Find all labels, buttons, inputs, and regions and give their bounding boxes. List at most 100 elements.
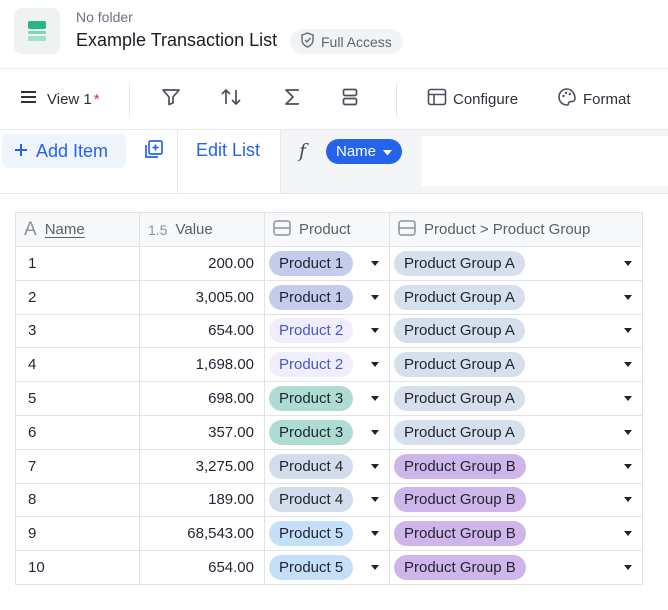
column-header-label: Value <box>175 221 213 238</box>
product-pill: Product 5 <box>269 555 354 581</box>
duplicate-item-button[interactable] <box>142 138 166 164</box>
page-header: No folder Example Transaction List Full … <box>0 0 668 68</box>
cell-product-group[interactable]: Product Group A <box>389 313 643 349</box>
table-row[interactable]: 7 3,275.00 Product 4 Product Group B <box>15 448 643 484</box>
column-header-product[interactable]: Product <box>264 212 390 247</box>
cell-value[interactable]: 189.00 <box>139 482 265 518</box>
product-pill: Product 5 <box>269 521 354 547</box>
caret-down-icon[interactable] <box>371 463 379 469</box>
table-row[interactable]: 1 200.00 Product 1 Product Group A <box>15 246 643 281</box>
cell-value[interactable]: 698.00 <box>139 381 265 416</box>
cell-value[interactable]: 654.00 <box>139 313 265 349</box>
cell-product-group[interactable]: Product Group B <box>389 550 643 585</box>
cell-product[interactable]: Product 5 <box>264 516 390 552</box>
configure-button[interactable]: Configure <box>427 69 518 129</box>
caret-down-icon[interactable] <box>624 565 632 571</box>
name-value: 6 <box>28 423 37 441</box>
caret-down-icon[interactable] <box>371 294 379 300</box>
cell-product[interactable]: Product 2 <box>264 347 390 383</box>
cell-value[interactable]: 1,698.00 <box>139 347 265 383</box>
caret-down-icon[interactable] <box>624 429 632 435</box>
cell-product[interactable]: Product 4 <box>264 448 390 484</box>
cell-product-group[interactable]: Product Group A <box>389 246 643 281</box>
cell-value[interactable]: 357.00 <box>139 414 265 450</box>
cell-product-group[interactable]: Product Group B <box>389 448 643 484</box>
view-selector[interactable]: View 1 * <box>20 69 100 129</box>
column-header-name[interactable]: A Name <box>15 212 140 247</box>
table-row[interactable]: 6 357.00 Product 3 Product Group A <box>15 414 643 450</box>
cell-name[interactable]: 7 <box>15 448 140 484</box>
table-row[interactable]: 4 1,698.00 Product 2 Product Group A <box>15 347 643 383</box>
caret-down-icon[interactable] <box>371 531 379 537</box>
folder-label[interactable]: No folder <box>76 9 133 25</box>
caret-down-icon[interactable] <box>371 362 379 368</box>
caret-down-icon[interactable] <box>371 260 379 266</box>
cell-value[interactable]: 3,005.00 <box>139 279 265 315</box>
cell-name[interactable]: 10 <box>15 550 140 585</box>
caret-down-icon[interactable] <box>624 463 632 469</box>
cell-product[interactable]: Product 4 <box>264 482 390 518</box>
cell-product-group[interactable]: Product Group A <box>389 414 643 450</box>
table-row[interactable]: 10 654.00 Product 5 Product Group B <box>15 550 643 585</box>
formula-input[interactable] <box>422 136 668 186</box>
name-value: 7 <box>28 457 37 475</box>
value-amount: 654.00 <box>208 322 254 340</box>
caret-down-icon[interactable] <box>371 565 379 571</box>
cell-product-group[interactable]: Product Group A <box>389 381 643 416</box>
cell-product-group[interactable]: Product Group A <box>389 279 643 315</box>
table-row[interactable]: 8 189.00 Product 4 Product Group B <box>15 482 643 518</box>
cell-name[interactable]: 6 <box>15 414 140 450</box>
table-row[interactable]: 3 654.00 Product 2 Product Group A <box>15 313 643 349</box>
caret-down-icon[interactable] <box>371 396 379 402</box>
table-row[interactable]: 5 698.00 Product 3 Product Group A <box>15 381 643 416</box>
cell-value[interactable]: 200.00 <box>139 246 265 281</box>
name-value: 9 <box>28 525 37 543</box>
caret-down-icon[interactable] <box>624 396 632 402</box>
cell-value[interactable]: 68,543.00 <box>139 516 265 552</box>
format-button[interactable]: Format <box>557 69 631 129</box>
caret-down-icon[interactable] <box>371 328 379 334</box>
cell-product[interactable]: Product 3 <box>264 381 390 416</box>
cell-name[interactable]: 5 <box>15 381 140 416</box>
cell-name[interactable]: 9 <box>15 516 140 552</box>
formula-column-chip[interactable]: Name <box>326 139 403 164</box>
cell-name[interactable]: 8 <box>15 482 140 518</box>
sort-button[interactable] <box>220 69 242 129</box>
caret-down-icon[interactable] <box>624 531 632 537</box>
cell-product[interactable]: Product 2 <box>264 313 390 349</box>
cell-name[interactable]: 3 <box>15 313 140 349</box>
caret-down-icon[interactable] <box>624 497 632 503</box>
cell-product[interactable]: Product 1 <box>264 279 390 315</box>
group-button[interactable] <box>342 69 358 129</box>
column-header-value[interactable]: 1.5 Value <box>139 212 265 247</box>
table-row[interactable]: 9 68,543.00 Product 5 Product Group B <box>15 516 643 552</box>
caret-down-icon[interactable] <box>371 497 379 503</box>
cell-product[interactable]: Product 3 <box>264 414 390 450</box>
filter-button[interactable] <box>161 69 181 129</box>
caret-down-icon[interactable] <box>624 294 632 300</box>
column-header-product-group[interactable]: Product > Product Group <box>389 212 643 247</box>
cell-product-group[interactable]: Product Group B <box>389 516 643 552</box>
table-row[interactable]: 2 3,005.00 Product 1 Product Group A <box>15 279 643 315</box>
add-item-label: Add Item <box>36 140 109 161</box>
cell-product[interactable]: Product 5 <box>264 550 390 585</box>
add-item-button[interactable]: Add Item <box>2 134 126 168</box>
grid-header-row: A Name 1.5 Value Product Product > Produ… <box>15 212 643 247</box>
cell-product[interactable]: Product 1 <box>264 246 390 281</box>
column-header-label: Product <box>299 221 351 238</box>
caret-down-icon[interactable] <box>371 429 379 435</box>
caret-down-icon[interactable] <box>624 362 632 368</box>
access-badge[interactable]: Full Access <box>290 29 403 54</box>
cell-product-group[interactable]: Product Group A <box>389 347 643 383</box>
caret-down-icon[interactable] <box>624 260 632 266</box>
caret-down-icon[interactable] <box>624 328 632 334</box>
cell-product-group[interactable]: Product Group B <box>389 482 643 518</box>
cell-name[interactable]: 4 <box>15 347 140 383</box>
view-toolbar: View 1 * Configure Format <box>0 68 668 130</box>
cell-value[interactable]: 3,275.00 <box>139 448 265 484</box>
summarize-button[interactable] <box>283 69 301 129</box>
cell-name[interactable]: 2 <box>15 279 140 315</box>
edit-list-button[interactable]: Edit List <box>196 140 260 161</box>
cell-name[interactable]: 1 <box>15 246 140 281</box>
cell-value[interactable]: 654.00 <box>139 550 265 585</box>
